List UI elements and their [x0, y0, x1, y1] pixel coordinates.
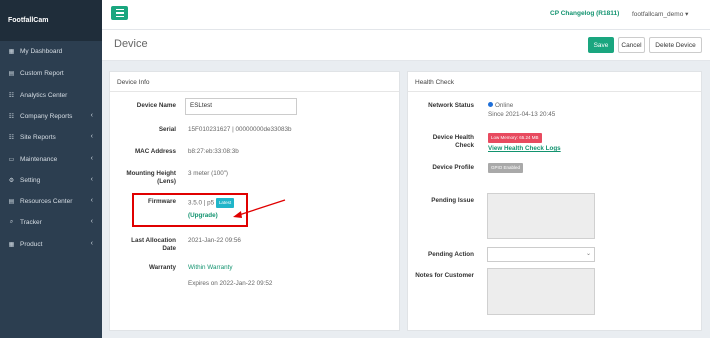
device-name-label: Device Name — [136, 102, 176, 109]
pending-issue-label: Pending Issue — [431, 197, 474, 204]
warranty-status: Within Warranty — [188, 264, 233, 271]
book-icon: ▤ — [8, 199, 15, 205]
network-status-value: Online — [488, 102, 513, 110]
sidebar-item-label: Maintenance — [20, 156, 58, 163]
sidebar-item-label: Tracker — [20, 219, 42, 226]
cancel-button[interactable]: Cancel — [618, 37, 645, 53]
sidebar-item-label: Resources Center — [20, 198, 73, 205]
user-menu[interactable]: footfallcam_demo ▾ — [632, 10, 688, 18]
notes-for-customer-label: Notes for Customer — [415, 272, 474, 279]
sidebar-item-my-dashboard[interactable]: ▦ My Dashboard — [0, 41, 102, 62]
sidebar-item-product[interactable]: ▦ Product ‹ — [0, 234, 102, 255]
sidebar-item-tracker[interactable]: ⌕ Tracker ‹ — [0, 212, 102, 233]
dashboard-icon: ▦ — [8, 49, 15, 55]
chart-icon: ☷ — [8, 93, 15, 99]
hamburger-icon — [115, 9, 124, 11]
chevron-left-icon: ‹ — [90, 197, 93, 204]
mounting-height-label: Mounting Height (Lens) — [126, 170, 176, 185]
last-allocation-label: Last Allocation Date — [131, 237, 176, 252]
cogs-icon: ⚙ — [8, 178, 15, 184]
gpio-badge: GPIO Enabled — [488, 163, 524, 173]
sidebar-item-label: My Dashboard — [20, 48, 63, 55]
serial-label: Serial — [158, 126, 176, 133]
chevron-down-icon: ⌄ — [585, 251, 591, 257]
sidebar-item-custom-report[interactable]: ▤ Custom Report — [0, 63, 102, 84]
health-check-logs-link[interactable]: View Health Check Logs — [488, 145, 561, 153]
chevron-left-icon: ‹ — [90, 240, 93, 247]
sidebar-item-label: Site Reports — [20, 134, 56, 141]
device-profile-label: Device Profile — [432, 164, 474, 171]
save-button[interactable]: Save — [588, 37, 614, 53]
delete-device-button[interactable]: Delete Device — [649, 37, 702, 53]
sidebar-item-analytics-center[interactable]: ☷ Analytics Center — [0, 85, 102, 106]
chevron-left-icon: ‹ — [90, 218, 93, 225]
panel-title: Device Info — [110, 72, 399, 92]
pending-issue-textarea[interactable] — [487, 193, 595, 239]
chart-icon: ☷ — [8, 114, 15, 120]
serial-value: 15F010231627 | 00000000de33083b — [188, 126, 292, 133]
grid-icon: ▦ — [8, 242, 15, 248]
sidebar-item-site-reports[interactable]: ☷ Site Reports ‹ — [0, 127, 102, 148]
brand-logo: FootfallCam — [0, 0, 102, 41]
sidebar-item-label: Setting — [20, 177, 41, 184]
sidebar-item-setting[interactable]: ⚙ Setting ‹ — [0, 170, 102, 191]
network-since: Since 2021-04-13 20:45 — [488, 111, 556, 118]
warranty-expiry: Expires on 2022-Jan-22 09:52 — [188, 280, 273, 287]
sidebar-item-label: Analytics Center — [20, 92, 68, 99]
sidebar-item-label: Company Reports — [20, 113, 73, 120]
changelog-link[interactable]: CP Changelog (R1811) — [550, 10, 619, 17]
sidebar-item-company-reports[interactable]: ☷ Company Reports ‹ — [0, 106, 102, 127]
last-allocation-value: 2021-Jan-22 09:56 — [188, 237, 241, 244]
chevron-left-icon: ‹ — [90, 133, 93, 140]
warranty-label: Warranty — [148, 264, 176, 271]
network-status-label: Network Status — [428, 102, 474, 109]
pending-action-select[interactable]: ⌄ — [487, 247, 595, 262]
low-memory-badge: Low Memory: 65.24 MB — [488, 133, 542, 143]
pending-action-label: Pending Action — [428, 251, 474, 258]
online-dot-icon — [488, 102, 493, 107]
firmware-highlight-box — [132, 193, 248, 227]
page-title: Device — [114, 38, 148, 50]
file-icon: ▤ — [8, 71, 15, 77]
panel-title: Health Check — [408, 72, 701, 92]
sidebar-item-resources-center[interactable]: ▤ Resources Center ‹ — [0, 191, 102, 212]
chart-icon: ☷ — [8, 135, 15, 141]
chevron-left-icon: ‹ — [90, 176, 93, 183]
sidebar-item-label: Product — [20, 241, 43, 248]
sidebar: FootfallCam ▦ My Dashboard ▤ Custom Report ☷… — [0, 0, 102, 338]
search-icon: ⌕ — [9, 219, 14, 225]
device-health-label: Device Health Check — [432, 134, 474, 149]
menu-toggle-button[interactable] — [111, 6, 128, 20]
mounting-height-value: 3 meter (100") — [188, 170, 229, 177]
device-name-input[interactable]: ESLtest — [185, 98, 297, 115]
mac-address-value: b8:27:eb:33:08:3b — [188, 148, 239, 155]
sidebar-item-label: Custom Report — [20, 70, 64, 77]
monitor-icon: ▭ — [8, 157, 15, 163]
mac-address-label: MAC Address — [134, 148, 176, 155]
sidebar-item-maintenance[interactable]: ▭ Maintenance ‹ — [0, 149, 102, 170]
notes-for-customer-textarea[interactable] — [487, 268, 595, 315]
chevron-left-icon: ‹ — [90, 112, 93, 119]
top-bar: CP Changelog (R1811) footfallcam_demo ▾ — [102, 0, 710, 30]
chevron-left-icon: ‹ — [90, 155, 93, 162]
